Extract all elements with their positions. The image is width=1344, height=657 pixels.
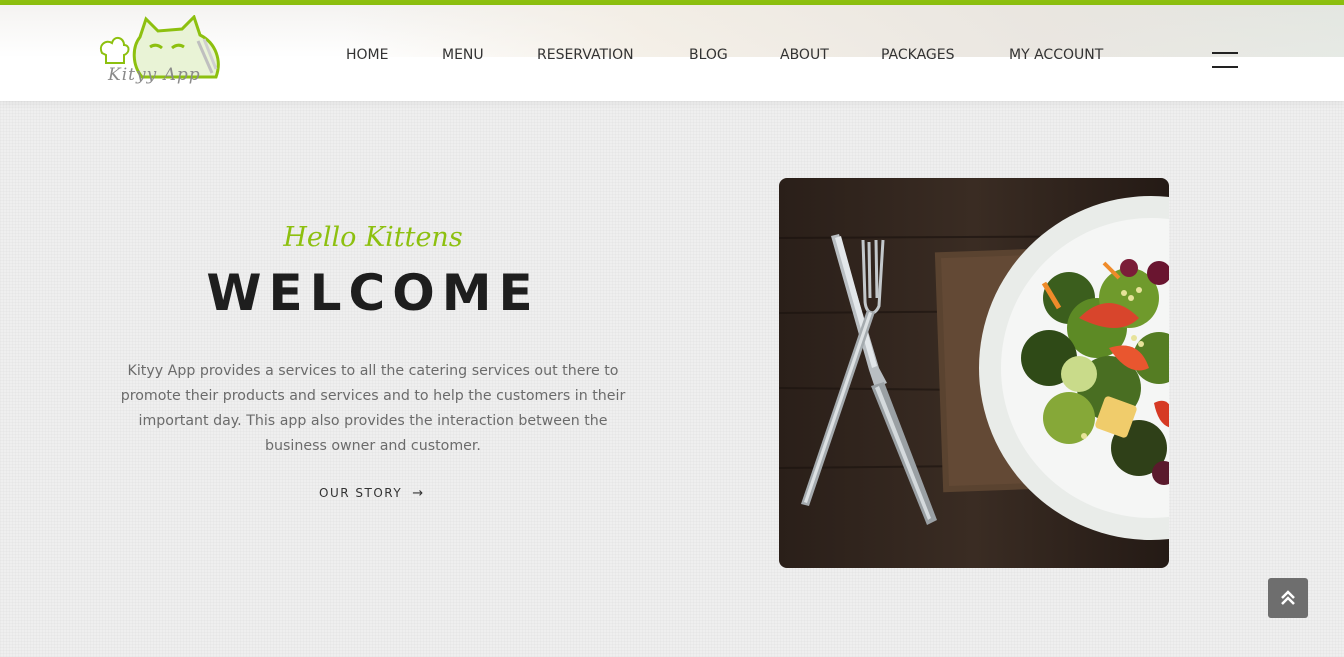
- double-chevron-up-icon: [1281, 590, 1295, 605]
- hero-title: WELCOME: [206, 264, 540, 322]
- nav-packages[interactable]: PACKAGES: [881, 47, 955, 63]
- salad-plate-illustration: [779, 178, 1169, 568]
- our-story-label: OUR STORY: [319, 486, 403, 500]
- nav-my-account[interactable]: MY ACCOUNT: [1009, 47, 1103, 63]
- site-header: Kityy App HOME MENU RESERVATION BLOG ABO…: [0, 5, 1344, 101]
- hamburger-icon[interactable]: [1212, 52, 1238, 70]
- nav-home[interactable]: HOME: [346, 47, 388, 63]
- hero-description: Kityy App provides a services to all the…: [120, 363, 626, 454]
- logo-text: Kityy App: [108, 65, 201, 85]
- main-nav: HOME MENU RESERVATION BLOG ABOUT PACKAGE…: [0, 47, 1344, 67]
- arrow-right-icon: →: [412, 486, 425, 501]
- hero-kicker: Hello Kittens: [283, 222, 463, 253]
- nav-reservation[interactable]: RESERVATION: [537, 47, 634, 63]
- hero-food-image: [779, 178, 1169, 568]
- scroll-to-top-button[interactable]: [1268, 578, 1308, 618]
- nav-blog[interactable]: BLOG: [689, 47, 728, 63]
- nav-about[interactable]: ABOUT: [780, 47, 829, 63]
- our-story-link[interactable]: OUR STORY →: [319, 486, 425, 501]
- nav-menu[interactable]: MENU: [442, 47, 484, 63]
